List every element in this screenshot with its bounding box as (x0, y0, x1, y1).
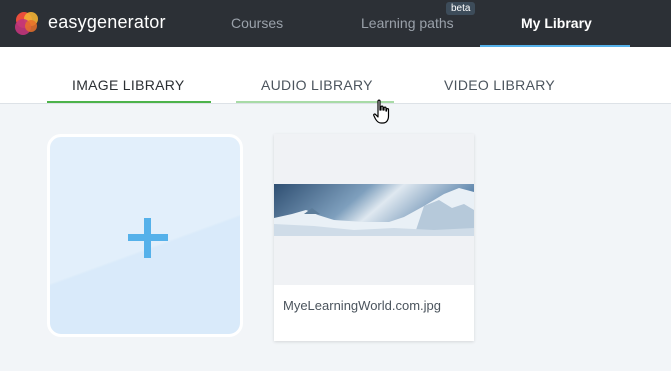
image-card[interactable]: MyeLearningWorld.com.jpg (274, 134, 474, 341)
tab-image-library[interactable]: IMAGE LIBRARY (72, 77, 185, 93)
plus-icon-vertical (144, 218, 151, 258)
add-image-button[interactable] (47, 134, 243, 337)
top-navigation-bar: easygenerator Courses Learning paths bet… (0, 0, 671, 47)
image-thumbnail-area (274, 134, 474, 285)
beta-badge: beta (446, 2, 476, 15)
snowy-mountains-thumbnail (274, 184, 474, 236)
hand-cursor-icon (373, 99, 390, 124)
nav-courses[interactable]: Courses (231, 15, 283, 31)
brand-name[interactable]: easygenerator (48, 12, 166, 33)
nav-my-library[interactable]: My Library (521, 15, 592, 31)
tab-hover-underline (236, 101, 394, 103)
tab-active-underline (47, 101, 211, 103)
tab-video-library[interactable]: VIDEO LIBRARY (444, 77, 555, 93)
image-file-name: MyeLearningWorld.com.jpg (283, 298, 441, 313)
nav-learning-paths[interactable]: Learning paths (361, 15, 454, 31)
library-tabs: IMAGE LIBRARY AUDIO LIBRARY VIDEO LIBRAR… (0, 47, 671, 104)
tab-audio-library[interactable]: AUDIO LIBRARY (261, 77, 373, 93)
easygenerator-logo-icon[interactable] (12, 9, 44, 37)
